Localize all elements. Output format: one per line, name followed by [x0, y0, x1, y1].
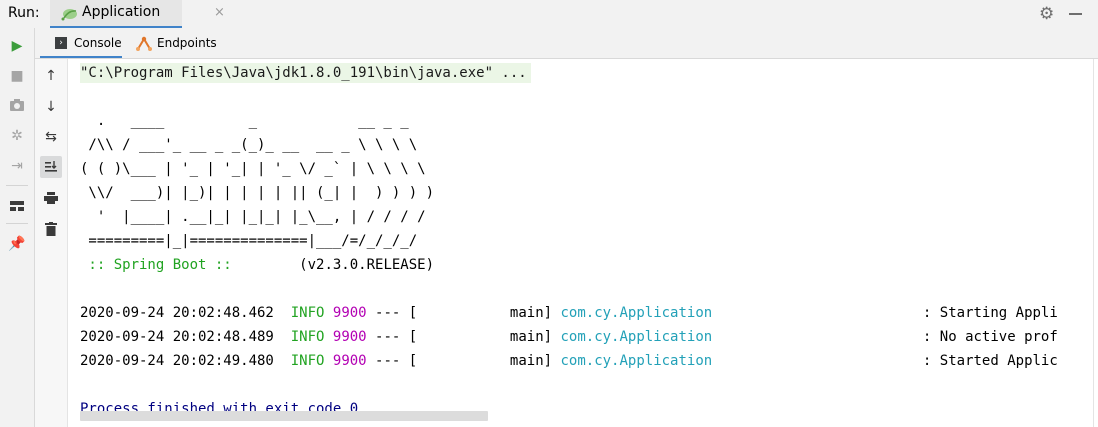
log-logger: com.cy.Application: [560, 329, 713, 345]
close-icon[interactable]: ×: [214, 5, 225, 20]
log-separator: --- [: [366, 329, 418, 345]
tab-endpoints[interactable]: Endpoints: [130, 28, 220, 58]
banner-line: ( ( )\___ | '_ | '_| | '_ \/ _` | \ \ \ …: [80, 161, 426, 177]
log-separator: --- [: [366, 353, 418, 369]
spring-boot-version-line: :: Spring Boot :: (v2.3.0.RELEASE): [80, 255, 434, 275]
console-tabs: › Console Endpoints: [35, 28, 1098, 59]
gear-icon[interactable]: ⚙: [1039, 4, 1054, 24]
log-timestamp: 2020-09-24 20:02:48.489: [80, 329, 274, 345]
pin-icon[interactable]: 📌: [7, 234, 27, 254]
log-message: : No active prof: [712, 329, 1058, 345]
console-icon: ›: [55, 37, 67, 49]
java-command-line: "C:\Program Files\Java\jdk1.8.0_191\bin\…: [80, 63, 531, 83]
log-pid: 9900: [332, 329, 367, 345]
spring-boot-label: :: Spring Boot ::: [80, 257, 241, 273]
console-right-border: [1093, 59, 1094, 427]
run-tab-application[interactable]: Application ×: [50, 0, 225, 28]
log-level: INFO: [290, 353, 325, 369]
log-timestamp: 2020-09-24 20:02:48.462: [80, 305, 274, 321]
trash-icon[interactable]: [40, 218, 62, 240]
exit-icon[interactable]: ⇥: [7, 156, 27, 176]
tool-divider: [6, 223, 28, 224]
log-thread: main]: [417, 329, 561, 345]
camera-icon[interactable]: [7, 95, 27, 115]
log-logger: com.cy.Application: [560, 353, 713, 369]
stop-icon[interactable]: ■: [7, 66, 27, 86]
console-actions: ↑ ↓ ⇆: [35, 59, 68, 427]
run-label: Run:: [8, 5, 40, 21]
layout-icon[interactable]: [7, 196, 27, 216]
spring-boot-version: (v2.3.0.RELEASE): [240, 257, 435, 273]
banner-line: =========|_|==============|___/=/_/_/_/: [80, 233, 418, 249]
log-message: : Started Applic: [712, 353, 1058, 369]
arrow-down-icon[interactable]: ↓: [40, 96, 62, 118]
spring-boot-icon: [61, 9, 77, 21]
console-output[interactable]: "C:\Program Files\Java\jdk1.8.0_191\bin\…: [68, 59, 1098, 427]
log-thread: main]: [417, 353, 561, 369]
horizontal-scrollbar[interactable]: [80, 411, 488, 421]
log-pid: 9900: [332, 305, 367, 321]
debug-icon[interactable]: ✲: [7, 126, 27, 146]
log-logger: com.cy.Application: [560, 305, 713, 321]
minimize-icon[interactable]: [1069, 13, 1082, 15]
log-pid: 9900: [332, 353, 367, 369]
run-tool-strip: ▶ ■ ✲ ⇥ 📌: [0, 28, 35, 427]
log-level: INFO: [290, 305, 325, 321]
scroll-to-end-icon[interactable]: [40, 156, 62, 178]
arrow-up-icon[interactable]: ↑: [40, 65, 62, 87]
log-level: INFO: [290, 329, 325, 345]
banner-line: /\\ / ___'_ __ _ _(_)_ __ __ _ \ \ \ \: [80, 137, 418, 153]
log-separator: --- [: [366, 305, 418, 321]
run-toolwindow-header: Run: Application × ⚙: [0, 0, 1098, 29]
soft-wrap-icon[interactable]: ⇆: [40, 126, 62, 148]
log-message: : Starting Appli: [712, 305, 1058, 321]
banner-line: . ____ _ __ _ _: [80, 113, 409, 129]
tool-divider: [6, 185, 28, 186]
log-thread: main]: [417, 305, 561, 321]
run-tab-title: Application: [82, 4, 161, 20]
log-timestamp: 2020-09-24 20:02:49.480: [80, 353, 274, 369]
print-icon[interactable]: [40, 187, 62, 209]
rerun-icon[interactable]: ▶: [7, 36, 27, 56]
tab-endpoints-label: Endpoints: [157, 36, 217, 50]
banner-line: \\/ ___)| |_)| | | | | || (_| | ) ) ) ): [80, 185, 435, 201]
log-line: 2020-09-24 20:02:49.480 INFO 9900 --- [ …: [80, 351, 1058, 371]
endpoints-icon: [136, 36, 152, 51]
log-line: 2020-09-24 20:02:48.462 INFO 9900 --- [ …: [80, 303, 1058, 323]
tab-console-label: Console: [74, 36, 122, 50]
tab-console[interactable]: › Console: [40, 28, 122, 58]
banner-line: ' |____| .__|_| |_|_| |_\__, | / / / /: [80, 209, 426, 225]
log-line: 2020-09-24 20:02:48.489 INFO 9900 --- [ …: [80, 327, 1058, 347]
